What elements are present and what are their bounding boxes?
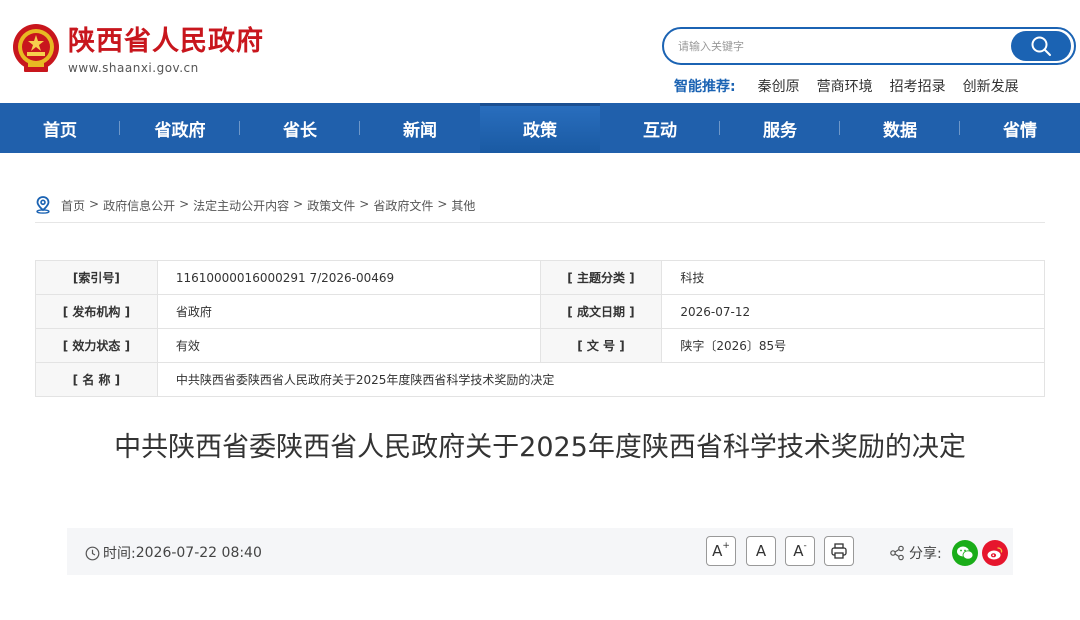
share-label: 分享: — [909, 546, 942, 562]
weibo-icon — [987, 547, 1002, 560]
document-info-table: [索引号] 11610000016000291 7/2026-00469 [ 主… — [35, 260, 1046, 397]
document-number-label: [ 文 号 ] — [539, 328, 663, 363]
share-icon — [890, 545, 904, 561]
location-icon — [36, 196, 50, 214]
written-date-value: 2026-07-12 — [661, 294, 1045, 329]
breadcrumb-link[interactable]: 省政府文件 — [373, 197, 433, 214]
wechat-icon — [956, 546, 974, 560]
print-button[interactable] — [824, 536, 854, 566]
written-date-label: [ 成文日期 ] — [539, 294, 663, 329]
index-number-value: 11610000016000291 7/2026-00469 — [156, 260, 541, 295]
breadcrumb-separator: > — [293, 197, 304, 211]
nav-item-policy[interactable]: 政策 — [480, 103, 600, 153]
font-decrease-label: A — [793, 542, 804, 560]
breadcrumb-link-home[interactable]: 首页 — [61, 197, 85, 214]
main-nav: 首页 省政府 省长 新闻 政策 互动 服务 数据 省情 — [0, 103, 1080, 153]
font-increase-label: A — [712, 542, 723, 560]
article-toolbar: 时间: 2026-07-22 08:40 A + A A- 分享: — [67, 528, 1013, 575]
minus-sign: - — [803, 541, 807, 551]
nav-item-governor[interactable]: 省长 — [240, 103, 360, 153]
time-value: 2026-07-22 08:40 — [135, 545, 262, 561]
nav-item-province-info[interactable]: 省情 — [960, 103, 1080, 153]
nav-item-news[interactable]: 新闻 — [360, 103, 480, 153]
issuer-label: [ 发布机构 ] — [35, 294, 158, 329]
recommend-link[interactable]: 创新发展 — [963, 76, 1019, 96]
nav-item-service[interactable]: 服务 — [720, 103, 840, 153]
breadcrumb-current[interactable]: 其他 — [451, 197, 475, 214]
site-name[interactable]: 陕西省人民政府 — [68, 24, 264, 60]
weibo-share-button[interactable] — [981, 540, 1008, 566]
breadcrumb: 首页 > 政府信息公开 > 法定主动公开内容 > 政策文件 > 省政府文件 > … — [35, 196, 1045, 223]
breadcrumb-link[interactable]: 政策文件 — [307, 197, 355, 214]
index-number-label: [索引号] — [35, 260, 158, 295]
nav-item-provincial-government[interactable]: 省政府 — [120, 103, 240, 153]
font-reset-label: A — [755, 542, 767, 560]
font-reset-button[interactable]: A — [746, 536, 776, 566]
print-icon — [831, 543, 847, 559]
topic-category-value: 科技 — [661, 260, 1045, 295]
search-box — [662, 27, 1076, 65]
recommend-label: 智能推荐: — [674, 79, 736, 95]
recommend-link[interactable]: 营商环境 — [817, 76, 873, 96]
breadcrumb-link[interactable]: 法定主动公开内容 — [193, 197, 289, 214]
breadcrumb-separator: > — [179, 197, 190, 211]
font-increase-button[interactable]: A + — [706, 536, 736, 566]
smart-recommend: 智能推荐: 秦创原 营商环境 招考招录 创新发展 — [674, 76, 1036, 96]
site-url: www.shaanxi.gov.cn — [68, 61, 199, 75]
plus-sign: + — [722, 541, 730, 551]
nav-item-data[interactable]: 数据 — [840, 103, 960, 153]
document-name-label: [ 名 称 ] — [35, 362, 158, 397]
wechat-share-button[interactable] — [951, 540, 978, 566]
validity-status-label: [ 效力状态 ] — [35, 328, 158, 363]
recommend-link[interactable]: 招考招录 — [890, 76, 946, 96]
search-button[interactable] — [1011, 31, 1071, 61]
validity-status-value: 有效 — [156, 328, 541, 363]
breadcrumb-separator: > — [89, 197, 100, 211]
site-header: 陕西省人民政府 www.shaanxi.gov.cn 智能推荐: 秦创原 营商环… — [0, 0, 1080, 103]
nav-item-interaction[interactable]: 互动 — [600, 103, 720, 153]
topic-category-label: [ 主题分类 ] — [539, 260, 663, 295]
clock-icon — [85, 546, 100, 560]
issuer-value: 省政府 — [156, 294, 541, 329]
nav-item-home[interactable]: 首页 — [0, 103, 120, 153]
breadcrumb-link[interactable]: 政府信息公开 — [103, 197, 175, 214]
share-bar: 分享: — [889, 540, 1008, 566]
font-decrease-button[interactable]: A- — [785, 536, 815, 566]
time-label: 时间: — [103, 546, 136, 562]
breadcrumb-separator: > — [437, 197, 448, 211]
search-icon — [1031, 36, 1051, 56]
national-emblem-icon — [13, 24, 59, 72]
document-number-value: 陕字〔2026〕85号 — [661, 328, 1045, 363]
publish-time: 时间: 2026-07-22 08:40 — [85, 543, 262, 563]
search-input[interactable] — [678, 37, 998, 55]
document-name-value: 中共陕西省委陕西省人民政府关于2025年度陕西省科学技术奖励的决定 — [156, 362, 1046, 397]
article-title: 中共陕西省委陕西省人民政府关于2025年度陕西省科学技术奖励的决定 — [114, 432, 966, 463]
recommend-link[interactable]: 秦创原 — [758, 76, 800, 96]
breadcrumb-separator: > — [359, 197, 370, 211]
